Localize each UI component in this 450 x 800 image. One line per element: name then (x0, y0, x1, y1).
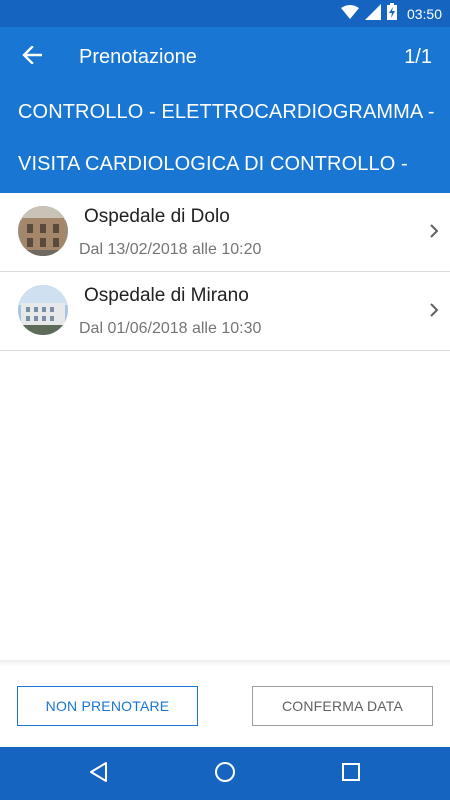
arrow-back-icon (22, 44, 43, 69)
nav-recents-icon (341, 762, 361, 787)
app-bar: Prenotazione 1/1 (0, 27, 450, 87)
navigation-bar (0, 747, 450, 800)
page-counter: 1/1 (404, 46, 432, 68)
chevron-right-icon (426, 221, 442, 241)
hospital-name: Ospedale di Dolo (84, 206, 230, 227)
hospital-date: Dal 01/06/2018 alle 10:30 (79, 320, 262, 337)
hospital-item-dolo[interactable]: Ospedale di Dolo Dal 13/02/2018 alle 10:… (0, 193, 450, 272)
back-button[interactable] (12, 37, 52, 77)
status-time: 03:50 (406, 6, 442, 22)
prestazione-label: VISITA CARDIOLOGICA DI CONTROLLO - (18, 153, 408, 175)
hospital-date: Dal 13/02/2018 alle 10:20 (79, 241, 262, 258)
hospital-list: Ospedale di Dolo Dal 13/02/2018 alle 10:… (0, 193, 450, 351)
wifi-icon (340, 4, 359, 24)
status-icons: 03:50 (340, 3, 442, 25)
signal-icon (364, 3, 381, 25)
conferma-data-button[interactable]: CONFERMA DATA (252, 686, 433, 726)
hospital-avatar (18, 206, 68, 256)
prestazioni-header: CONTROLLO - ELETTROCARDIOGRAMMA - VISITA… (0, 87, 450, 193)
nav-back-icon (88, 761, 110, 788)
action-bar: NON PRENOTARE CONFERMA DATA (0, 666, 450, 747)
chevron-right-icon (426, 300, 442, 320)
page-title: Prenotazione (79, 46, 197, 68)
nav-recents-button[interactable] (337, 760, 365, 788)
hospital-name: Ospedale di Mirano (84, 285, 249, 306)
nav-back-button[interactable] (85, 760, 113, 788)
non-prenotare-button[interactable]: NON PRENOTARE (17, 686, 198, 726)
hospital-item-mirano[interactable]: Ospedale di Mirano Dal 01/06/2018 alle 1… (0, 272, 450, 351)
battery-charging-icon (386, 3, 397, 25)
hospital-avatar (18, 285, 68, 335)
status-bar: 03:50 (0, 0, 450, 27)
prestazione-label: CONTROLLO - ELETTROCARDIOGRAMMA - (18, 101, 435, 123)
nav-home-icon (214, 761, 236, 788)
nav-home-button[interactable] (211, 760, 239, 788)
